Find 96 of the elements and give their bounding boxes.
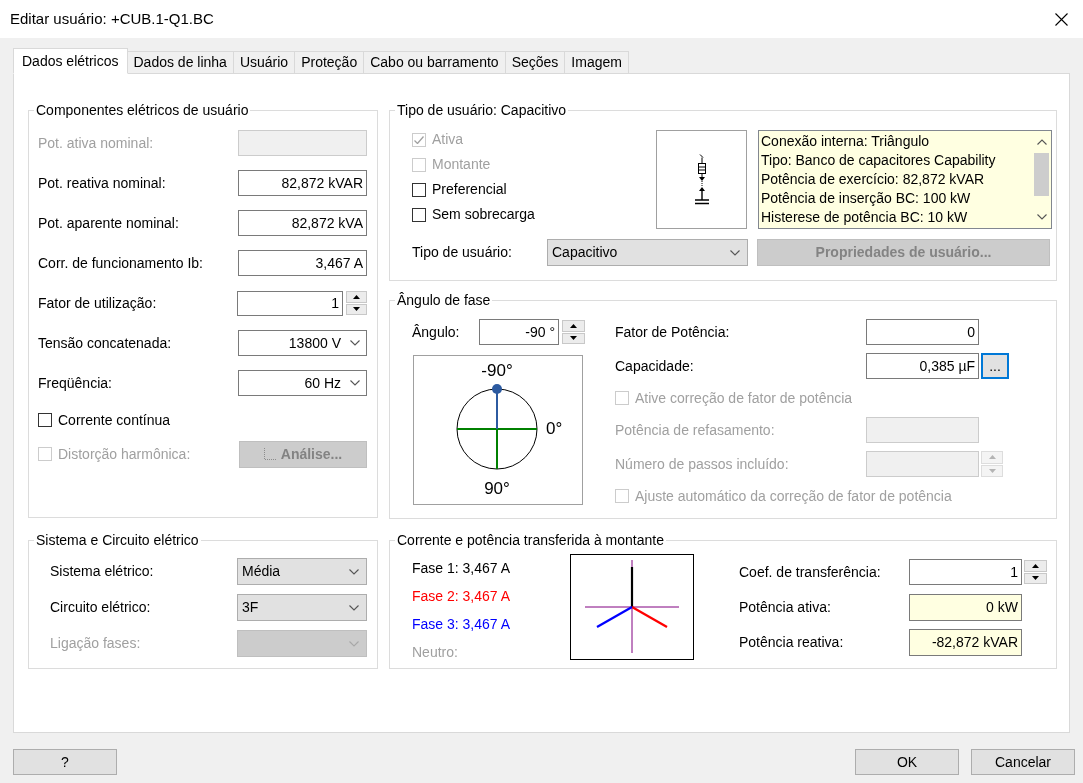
field-label: Pot. aparente nominal: xyxy=(38,213,179,233)
chevron-up-icon xyxy=(1036,139,1047,145)
field-label: Potência reativa: xyxy=(739,632,845,652)
checkmark-icon xyxy=(414,135,424,144)
info-line: Tipo: Banco de capacitores Capability xyxy=(761,151,997,170)
chevron-down-icon xyxy=(1036,214,1047,220)
triangle-up-icon xyxy=(988,455,996,460)
field-label: Potência de refasamento: xyxy=(615,420,776,440)
angle-label: 90° xyxy=(484,479,510,499)
group-title: Ângulo de fase xyxy=(396,291,492,310)
chevron-down-icon xyxy=(349,604,359,611)
text-field[interactable]: 0,385 µF xyxy=(866,353,979,379)
checkbox[interactable] xyxy=(412,182,426,197)
spin-up-button[interactable] xyxy=(346,291,367,303)
chevron-down-icon xyxy=(349,640,359,647)
checkbox-label: Ative correção de fator de potência xyxy=(635,388,853,408)
text-field[interactable]: 1 xyxy=(237,290,343,316)
combo-box[interactable]: 60 Hz xyxy=(238,370,367,396)
triangle-down-icon xyxy=(570,336,577,341)
dropdown[interactable]: 3F xyxy=(237,594,367,621)
combo-box[interactable]: 13800 V xyxy=(238,330,367,356)
text-field[interactable]: 82,872 kVA xyxy=(238,210,367,236)
info-line: Histerese de potência BC: 10 kW xyxy=(761,208,969,227)
triangle-down-icon xyxy=(988,468,996,473)
scrollbar-thumb[interactable] xyxy=(1034,153,1049,196)
browse-button[interactable]: ... xyxy=(981,353,1009,379)
schematic-symbol-icon xyxy=(693,154,710,205)
checkbox-label: Ativa xyxy=(432,130,464,149)
field-label: Potência ativa: xyxy=(739,597,832,617)
dialog-button[interactable]: Cancelar xyxy=(971,749,1075,775)
triangle-up-icon xyxy=(353,294,360,299)
spin-down-button[interactable] xyxy=(346,303,367,315)
checkbox-label: Sem sobrecarga xyxy=(432,205,535,224)
text-field[interactable]: 0 xyxy=(866,319,979,345)
checkbox-label: Montante xyxy=(432,155,491,174)
info-line: Potência de exercício: 82,872 kVAR xyxy=(761,170,986,189)
spin-up-button[interactable] xyxy=(562,320,585,332)
window-title: Editar usuário: +CUB.1-Q1.BC xyxy=(9,8,214,29)
chevron-down-icon xyxy=(350,380,360,386)
field-label: Corr. de funcionamento Ib: xyxy=(38,253,203,273)
phase-reading: Neutro: xyxy=(412,642,458,662)
field-label: Circuito elétrico: xyxy=(50,598,151,617)
text-field[interactable]: 3,467 A xyxy=(238,250,367,276)
group-title: Corrente e potência transferida à montante xyxy=(396,531,665,550)
phase-reading: Fase 1: 3,467 A xyxy=(412,558,511,578)
help-button[interactable]: ? xyxy=(13,749,117,775)
triangle-up-icon xyxy=(570,323,577,328)
checkbox[interactable] xyxy=(38,413,52,427)
field-label: Coef. de transferência: xyxy=(739,562,882,582)
checkbox-label: Corrente contínua xyxy=(58,410,171,430)
field-label: Capacidade: xyxy=(615,356,695,376)
field-label: Fator de utilização: xyxy=(38,293,157,313)
checkbox-label: Distorção harmônica: xyxy=(58,444,191,464)
chevron-down-icon xyxy=(350,340,360,346)
field-label: Tensão concatenada: xyxy=(38,333,172,353)
dropdown[interactable]: Média xyxy=(237,558,367,585)
triangle-up-icon xyxy=(1032,563,1039,568)
field-label: Pot. reativa nominal: xyxy=(38,173,166,193)
spin-up-button[interactable] xyxy=(1024,560,1047,572)
angle-label: 0° xyxy=(546,419,563,439)
spin-down-button[interactable] xyxy=(1024,572,1047,584)
text-field[interactable]: 82,872 kVAR xyxy=(238,170,367,196)
field-label: Pot. ativa nominal: xyxy=(38,133,154,153)
dialog-button[interactable]: OK xyxy=(855,749,959,775)
tab[interactable]: Imagem xyxy=(564,51,629,74)
text-field[interactable]: 0 kW xyxy=(909,593,1022,621)
checkbox-label: Ajuste automático da correção de fator de potência xyxy=(635,486,952,506)
chevron-down-icon xyxy=(730,249,740,256)
close-icon xyxy=(1054,12,1068,26)
triangle-down-icon xyxy=(353,307,360,312)
group-title: Componentes elétricos de usuário xyxy=(35,101,250,120)
field-label: Freqüência: xyxy=(38,373,112,393)
angle-label: -90° xyxy=(481,361,513,381)
info-line: Conexão interna: Triângulo xyxy=(761,132,931,151)
field-label: Sistema elétrico: xyxy=(50,562,154,581)
text-field[interactable]: -82,872 kVAR xyxy=(909,628,1022,656)
dropdown[interactable]: Capacitivo xyxy=(547,239,748,266)
phase-reading: Fase 3: 3,467 A xyxy=(412,614,511,634)
triangle-down-icon xyxy=(1032,576,1039,581)
group-title: Tipo de usuário: Capacitivo xyxy=(396,101,568,120)
tab[interactable]: Dados elétricos xyxy=(13,48,128,74)
field-label: Número de passos incluído: xyxy=(615,454,790,474)
field-label: Ângulo: xyxy=(412,322,461,342)
group-title: Sistema e Circuito elétrico xyxy=(35,531,200,550)
text-field[interactable]: -90 ° xyxy=(479,319,559,345)
spin-down-button[interactable] xyxy=(562,332,585,344)
checkbox[interactable] xyxy=(412,207,426,222)
text-field[interactable]: 1 xyxy=(909,559,1022,585)
phase-reading: Fase 2: 3,467 A xyxy=(412,586,511,606)
field-label: Fator de Potência: xyxy=(615,322,731,342)
chart-axes-icon xyxy=(263,448,276,460)
info-line: Potência de inserção BC: 100 kW xyxy=(761,189,972,208)
field-label: Tipo de usuário: xyxy=(412,243,513,262)
field-label: Ligação fases: xyxy=(50,634,141,653)
chevron-down-icon xyxy=(349,568,359,575)
checkbox-label: Preferencial xyxy=(432,180,507,199)
